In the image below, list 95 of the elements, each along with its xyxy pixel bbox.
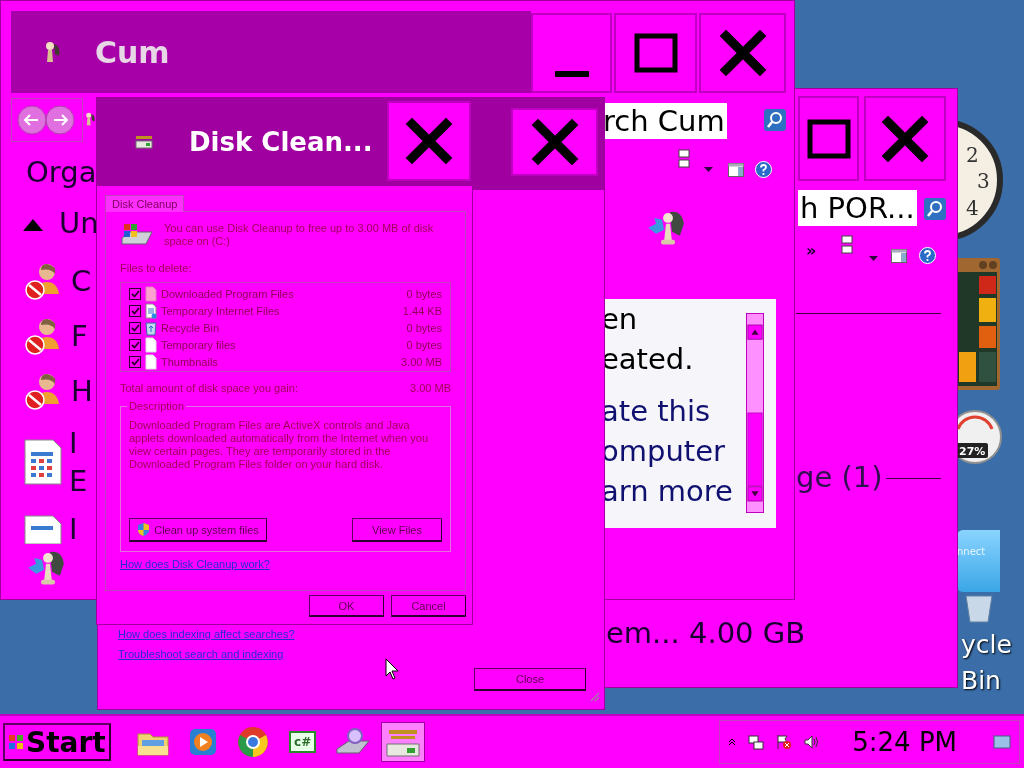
start-orb-icon bbox=[8, 734, 24, 750]
scrollbar[interactable] bbox=[746, 313, 764, 513]
window-title: Cum bbox=[95, 34, 170, 70]
document-icon bbox=[145, 285, 157, 302]
resize-grip-icon[interactable] bbox=[588, 690, 600, 702]
view-icon[interactable] bbox=[841, 235, 853, 255]
web-document-icon bbox=[145, 302, 157, 319]
cpu-reading: 27% bbox=[959, 445, 986, 458]
overflow-chevron[interactable]: » bbox=[806, 241, 817, 260]
file-name[interactable]: H bbox=[71, 371, 93, 410]
minimize-icon bbox=[554, 71, 589, 77]
close-button[interactable]: Close bbox=[474, 668, 586, 691]
disk-cleanup-icon bbox=[135, 135, 153, 149]
total-label: Total amount of disk space you gain: bbox=[120, 382, 298, 394]
mouse-cursor-icon bbox=[385, 658, 399, 680]
file-name[interactable]: I bbox=[69, 509, 78, 548]
close-button[interactable] bbox=[699, 13, 786, 93]
checkbox[interactable] bbox=[129, 355, 141, 368]
maximize-button[interactable] bbox=[614, 13, 697, 93]
file-name[interactable]: I bbox=[69, 424, 88, 462]
tab[interactable]: Disk Cleanup bbox=[105, 195, 185, 212]
group-heading: Un bbox=[59, 205, 99, 242]
show-desktop-icon[interactable] bbox=[993, 735, 1011, 749]
collapse-arrow-icon[interactable] bbox=[23, 219, 43, 231]
search-icon[interactable] bbox=[764, 109, 786, 131]
media-player-icon bbox=[187, 727, 218, 757]
document-icon bbox=[23, 513, 63, 544]
checkbox[interactable] bbox=[129, 321, 141, 334]
window-title: Disk Clean... bbox=[189, 127, 373, 157]
checkbox[interactable] bbox=[129, 287, 141, 300]
section-label: Files to delete: bbox=[120, 262, 193, 274]
recycle-bin-icon[interactable] bbox=[962, 594, 996, 624]
caret-icon[interactable] bbox=[704, 167, 713, 172]
code-editor-icon: c# bbox=[289, 731, 317, 753]
calendar-icon bbox=[23, 438, 63, 486]
file-size: 3.00 MB bbox=[401, 355, 442, 368]
magnifier-drive-icon bbox=[334, 727, 371, 757]
maximize-button[interactable] bbox=[798, 96, 859, 181]
clock-numeral: 4 bbox=[966, 196, 979, 220]
clean-up-button[interactable]: Clean up system files bbox=[129, 518, 267, 542]
help-icon[interactable] bbox=[919, 247, 936, 264]
desktop-icon-label: Bin bbox=[961, 665, 1001, 697]
drive-icon bbox=[120, 222, 154, 248]
preview-pane-icon[interactable] bbox=[728, 163, 744, 177]
clock-time[interactable]: 5:24 PM bbox=[852, 727, 957, 757]
close-icon bbox=[529, 117, 580, 167]
close-button[interactable] bbox=[511, 108, 598, 176]
blank-page-icon bbox=[145, 336, 157, 353]
file-size: 0 bytes bbox=[406, 338, 442, 351]
checkbox[interactable] bbox=[129, 304, 141, 317]
description-text: Downloaded Program Files are ActiveX controls and Java applets downloaded automatically from the Internet when you view certain pages. They are temporarily stored in the Downloaded Program Files folder on your hard disk. bbox=[129, 419, 429, 471]
file-size: 0 bytes bbox=[406, 287, 442, 300]
shield-icon bbox=[137, 522, 151, 537]
preview-pane-icon[interactable] bbox=[891, 249, 907, 263]
minimize-button[interactable] bbox=[531, 13, 612, 93]
organize-menu[interactable]: Orga bbox=[26, 153, 97, 191]
volume-icon[interactable] bbox=[804, 734, 821, 750]
info-link-text[interactable]: omputer bbox=[601, 431, 776, 471]
drive-label: em... 4.00 GB bbox=[606, 615, 806, 652]
info-text: eated. bbox=[601, 341, 695, 378]
file-name[interactable]: C bbox=[71, 261, 92, 300]
back-forward-icon[interactable] bbox=[16, 104, 78, 136]
flag-icon[interactable] bbox=[776, 734, 793, 750]
blank-page-icon bbox=[145, 353, 157, 370]
group-heading: ge (1) bbox=[796, 459, 883, 496]
help-icon[interactable] bbox=[755, 161, 772, 178]
view-icon[interactable] bbox=[678, 149, 690, 169]
taskbar-app-button[interactable] bbox=[380, 722, 425, 762]
caret-icon[interactable] bbox=[869, 256, 878, 261]
total-value: 3.00 MB bbox=[410, 382, 451, 394]
file-name[interactable]: F bbox=[71, 316, 88, 355]
search-icon[interactable] bbox=[924, 198, 946, 220]
file-size: 1.44 KB bbox=[402, 304, 442, 317]
file-name[interactable]: E bbox=[69, 462, 88, 500]
desktop-icon-label: ycle bbox=[961, 629, 1012, 661]
checkbox[interactable] bbox=[129, 338, 141, 351]
search-field[interactable]: h POR... bbox=[798, 190, 917, 226]
close-icon bbox=[404, 116, 454, 166]
start-button[interactable]: Start bbox=[3, 723, 111, 761]
file-size: 0 bytes bbox=[406, 321, 442, 334]
show-hidden-icons-icon[interactable] bbox=[728, 738, 737, 746]
close-icon bbox=[880, 113, 930, 164]
close-button[interactable] bbox=[864, 96, 946, 181]
ok-button[interactable]: OK bbox=[309, 595, 384, 617]
view-files-button[interactable]: View Files bbox=[352, 518, 442, 542]
group-legend: Description bbox=[127, 400, 187, 412]
cancel-button[interactable]: Cancel bbox=[391, 595, 466, 617]
recycle-bin-icon bbox=[145, 319, 157, 336]
clock-numeral: 3 bbox=[977, 169, 990, 193]
browser-icon bbox=[236, 726, 269, 758]
close-button[interactable] bbox=[387, 101, 471, 181]
network-icon[interactable] bbox=[748, 734, 765, 750]
intro-text: You can use Disk Cleanup to free up to 3.00 MB of disk space on (C:) bbox=[164, 222, 435, 248]
close-icon bbox=[717, 28, 768, 78]
clock-numeral: 2 bbox=[966, 143, 979, 167]
